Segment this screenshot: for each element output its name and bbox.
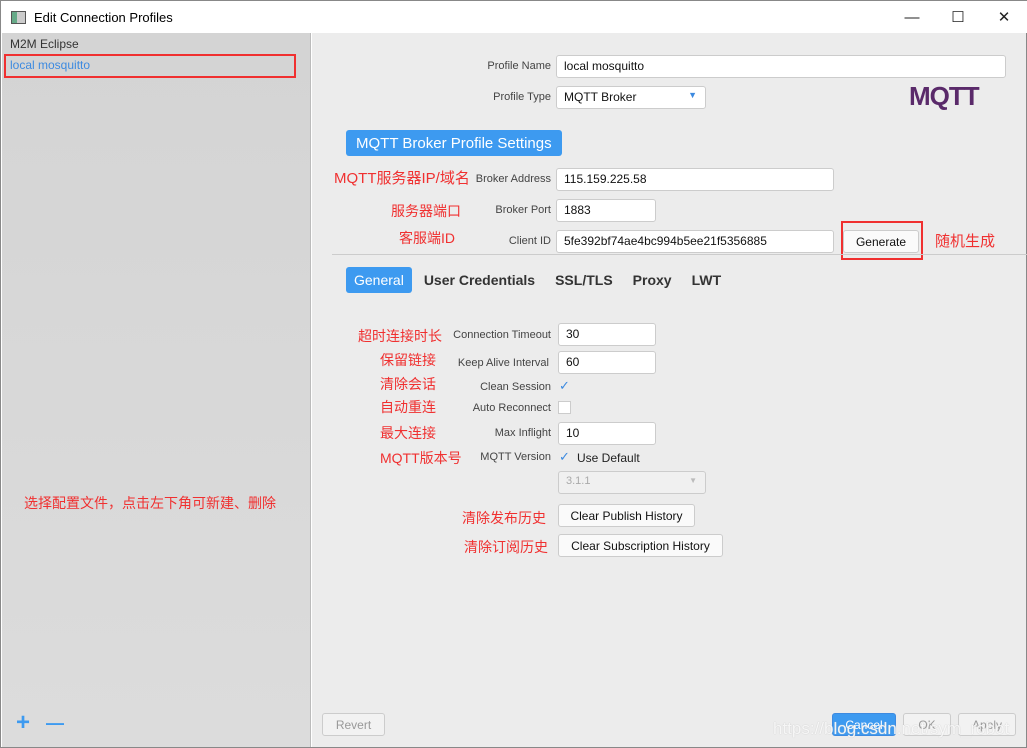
generate-button[interactable]: Generate [843, 230, 919, 253]
auto-reconnect-label: Auto Reconnect [472, 402, 551, 414]
generate-annotation: 随机生成 [935, 233, 996, 250]
chevron-down-icon: ▼ [688, 90, 697, 100]
window-title: Edit Connection Profiles [34, 9, 173, 25]
profile-list: M2M Eclipse local mosquitto 选择配置文件，点击左下角… [2, 33, 311, 747]
clear-publish-history-button[interactable]: Clear Publish History [558, 504, 695, 527]
max-inflight-input[interactable]: 10 [558, 422, 656, 445]
clear-subscription-history-button[interactable]: Clear Subscription History [558, 534, 723, 557]
keep-alive-label: Keep Alive Interval [457, 357, 549, 369]
tab-proxy[interactable]: Proxy [625, 267, 680, 293]
broker-settings-heading: MQTT Broker Profile Settings [346, 130, 562, 156]
profile-type-select[interactable]: MQTT Broker ▼ [556, 86, 706, 109]
profile-item-local-mosquitto[interactable]: local mosquitto [10, 58, 90, 72]
tab-user-credentials[interactable]: User Credentials [416, 267, 543, 293]
remove-profile-button[interactable]: — [46, 713, 64, 734]
profile-name-input[interactable]: local mosquitto [556, 55, 1006, 78]
broker-port-label: Broker Port [495, 204, 551, 216]
connection-timeout-input[interactable]: 30 [558, 323, 656, 346]
clear-subscription-annotation: 清除订阅历史 [464, 539, 548, 555]
chevron-down-icon: ▼ [689, 476, 697, 485]
client-id-label: Client ID [508, 235, 551, 247]
clean-session-label: Clean Session [480, 381, 551, 393]
title-bar: Edit Connection Profiles [1, 1, 1027, 33]
broker-address-input[interactable]: 115.159.225.58 [556, 168, 834, 191]
use-default-checkbox[interactable]: ✓ [558, 450, 571, 464]
tab-general[interactable]: General [346, 267, 412, 293]
revert-button[interactable]: Revert [322, 713, 385, 736]
keep-alive-input[interactable]: 60 [558, 351, 656, 374]
tab-ssl-tls[interactable]: SSL/TLS [547, 267, 621, 293]
auto-reconnect-checkbox[interactable] [558, 401, 571, 414]
watermark: https://blog.csdn.net/sym_robot [773, 719, 1010, 738]
mqtt-version-label: MQTT Version [480, 451, 551, 463]
add-profile-button[interactable]: + [16, 709, 30, 737]
divider [332, 254, 1027, 255]
close-button[interactable]: ✕ [981, 1, 1027, 33]
mqtt-logo: MQTT [909, 81, 980, 111]
broker-address-label: Broker Address [475, 173, 551, 185]
mqtt-version-select[interactable]: 3.1.1 ▼ [558, 471, 706, 494]
clean-session-checkbox[interactable]: ✓ [558, 379, 571, 393]
tab-lwt[interactable]: LWT [684, 267, 730, 293]
app-icon [11, 10, 26, 24]
profile-type-label: Profile Type [493, 91, 551, 103]
mqtt-version-value: 3.1.1 [566, 475, 591, 487]
minimize-button[interactable]: — [889, 1, 935, 33]
max-inflight-label: Max Inflight [494, 427, 551, 439]
broker-port-input[interactable]: 1883 [556, 199, 656, 222]
use-default-label: Use Default [577, 451, 640, 465]
sidebar-annotation: 选择配置文件，点击左下角可新建、删除 [24, 495, 276, 511]
profile-item-m2m[interactable]: M2M Eclipse [10, 37, 79, 51]
profile-name-label: Profile Name [487, 60, 551, 72]
settings-tabs: General User Credentials SSL/TLS Proxy L… [346, 267, 729, 293]
client-id-input[interactable]: 5fe392bf74ae4bc994b5ee21f5356885 [556, 230, 834, 253]
maximize-button[interactable]: ☐ [935, 1, 981, 33]
connection-timeout-label: Connection Timeout [453, 329, 551, 341]
profile-type-value: MQTT Broker [564, 90, 637, 104]
clear-publish-annotation: 清除发布历史 [462, 510, 546, 526]
